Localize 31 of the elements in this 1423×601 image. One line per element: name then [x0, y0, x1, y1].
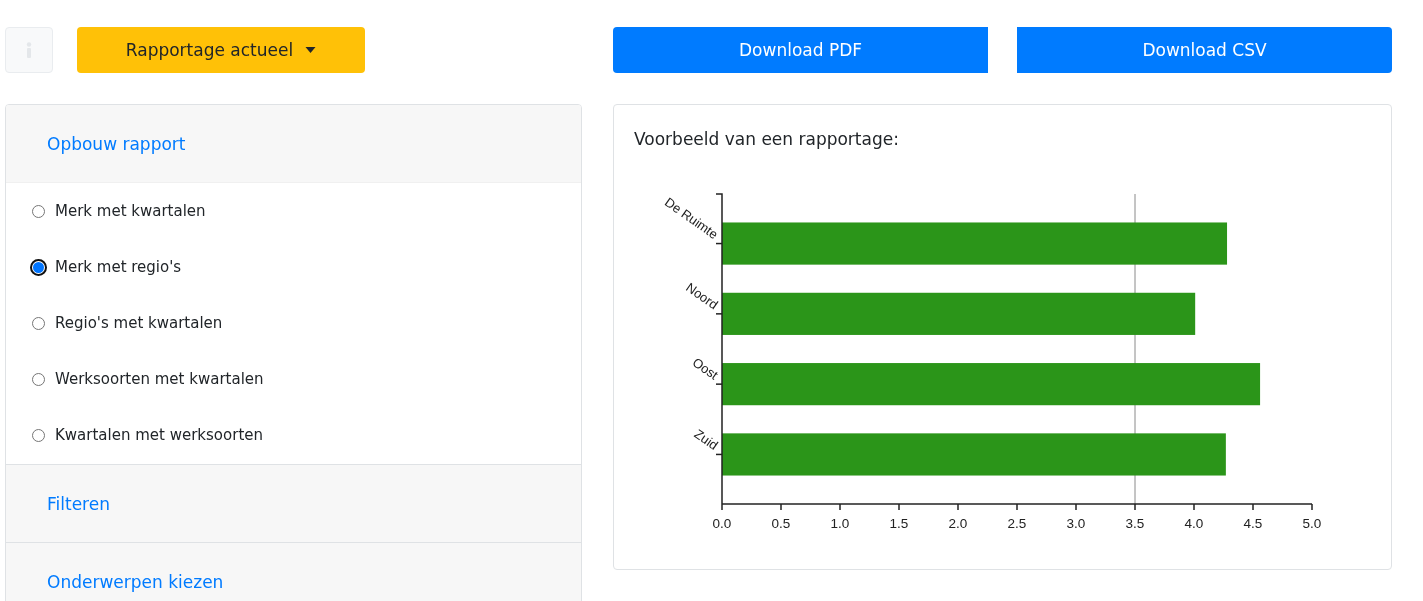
section-header[interactable]: Filteren: [6, 464, 581, 542]
tick-label: 3.0: [1066, 516, 1086, 531]
tick-label: 4.5: [1243, 516, 1263, 531]
option-label[interactable]: Kwartalen met werksoorten: [55, 426, 263, 444]
radio-button[interactable]: [32, 316, 45, 330]
tick-label: 1.0: [830, 516, 850, 531]
radio-button[interactable]: [32, 428, 45, 442]
section-header[interactable]: Onderwerpen kiezen: [6, 542, 581, 601]
caret-icon: [305, 47, 317, 53]
category-label: Oost: [689, 354, 721, 383]
option-label[interactable]: Werksoorten met kwartalen: [55, 370, 264, 388]
tick-label: 2.5: [1007, 516, 1027, 531]
radio-button[interactable]: [32, 372, 45, 386]
download-button[interactable]: Download CSV: [1017, 27, 1392, 73]
option-label[interactable]: Regio's met kwartalen: [55, 314, 223, 332]
section-header[interactable]: Opbouw rapport: [6, 105, 581, 183]
radio-button[interactable]: [32, 204, 45, 218]
tick-label: 0.5: [771, 516, 791, 531]
tick-label: 2.0: [948, 516, 968, 531]
tick-label: 5.0: [1302, 516, 1322, 531]
download-button[interactable]: Download PDF: [613, 27, 988, 73]
radio-button[interactable]: [30, 258, 47, 276]
option-label[interactable]: Merk met regio's: [55, 258, 182, 276]
option-label[interactable]: Merk met kwartalen: [55, 202, 206, 220]
category-label: Zuid: [691, 426, 721, 453]
tick-label: 0.0: [712, 516, 732, 531]
chart-title: Voorbeeld van een rapportage:: [634, 128, 900, 151]
tick-label: 3.5: [1125, 516, 1145, 531]
tick-label: 1.5: [889, 516, 909, 531]
tick-label: 4.0: [1184, 516, 1204, 531]
report-dropdown[interactable]: Rapportage actueel: [77, 27, 365, 73]
